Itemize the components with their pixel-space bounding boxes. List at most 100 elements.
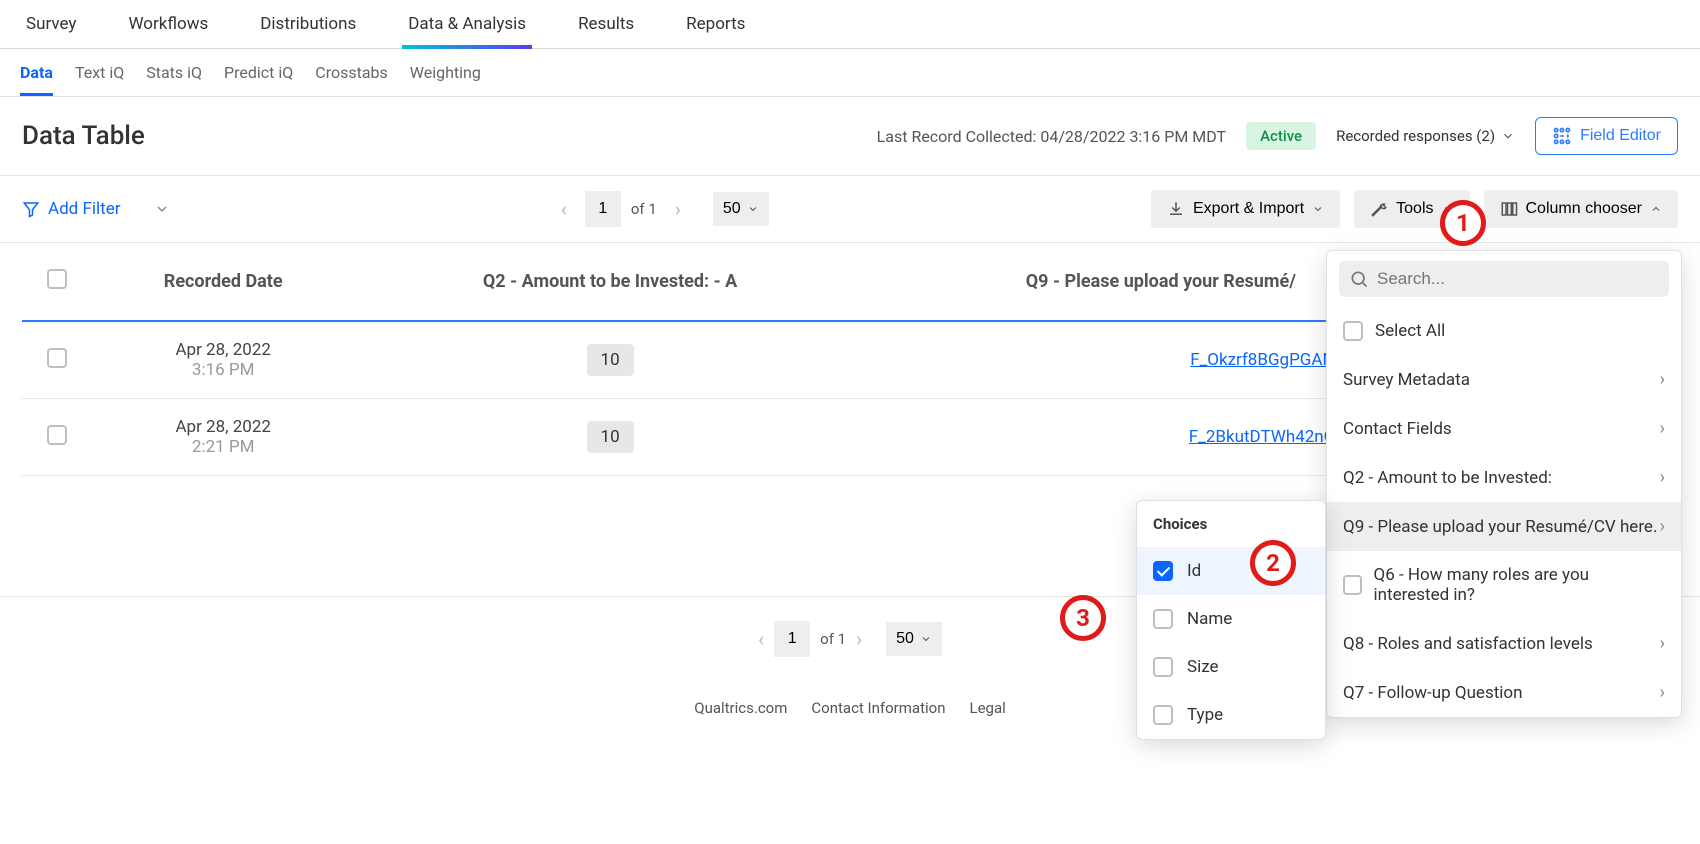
column-chooser-label: Column chooser bbox=[1526, 200, 1643, 218]
group-label: Q2 - Amount to be Invested: bbox=[1343, 468, 1552, 488]
group-q9[interactable]: Q9 - Please upload your Resumé/CV here. … bbox=[1327, 502, 1681, 551]
status-badge: Active bbox=[1246, 122, 1316, 150]
nav-data-analysis[interactable]: Data & Analysis bbox=[402, 0, 532, 48]
choice-label: Size bbox=[1187, 657, 1219, 677]
link-legal[interactable]: Legal bbox=[969, 699, 1005, 717]
subnav-statsiq[interactable]: Stats iQ bbox=[146, 63, 202, 82]
add-filter-button[interactable]: Add Filter bbox=[22, 199, 120, 219]
link-qualtrics[interactable]: Qualtrics.com bbox=[694, 699, 787, 717]
row-checkbox[interactable] bbox=[47, 348, 67, 368]
choice-label: Type bbox=[1187, 705, 1223, 725]
chevron-right-icon: › bbox=[1660, 467, 1665, 488]
chevron-down-icon bbox=[920, 633, 932, 645]
main-nav: Survey Workflows Distributions Data & An… bbox=[0, 0, 1700, 49]
column-search[interactable] bbox=[1339, 261, 1669, 297]
amount-value: 10 bbox=[587, 421, 634, 453]
field-editor-button[interactable]: Field Editor bbox=[1535, 117, 1678, 155]
group-label: Survey Metadata bbox=[1343, 370, 1470, 390]
download-icon bbox=[1167, 200, 1185, 218]
choices-title: Choices bbox=[1137, 501, 1325, 547]
chevron-right-icon: › bbox=[1660, 516, 1665, 537]
recorded-time: 2:21 PM bbox=[104, 437, 342, 457]
row-checkbox[interactable] bbox=[47, 425, 67, 445]
nav-reports[interactable]: Reports bbox=[680, 0, 751, 48]
page-prev-button[interactable]: ‹ bbox=[553, 193, 575, 225]
annotation-2: 2 bbox=[1250, 540, 1296, 586]
filter-icon bbox=[22, 200, 40, 218]
page-next-button[interactable]: › bbox=[856, 627, 862, 651]
chevron-down-icon bbox=[1501, 129, 1515, 143]
recorded-time: 3:16 PM bbox=[104, 360, 342, 380]
chevron-right-icon: › bbox=[1660, 418, 1665, 439]
choice-size[interactable]: Size bbox=[1137, 643, 1325, 691]
group-contact-fields[interactable]: Contact Fields › bbox=[1327, 404, 1681, 453]
chevron-right-icon: › bbox=[1660, 682, 1665, 703]
page-size-select[interactable]: 50 bbox=[713, 192, 769, 226]
group-label: Q9 - Please upload your Resumé/CV here. bbox=[1343, 517, 1657, 537]
choice-label: Id bbox=[1187, 561, 1201, 581]
link-contact[interactable]: Contact Information bbox=[811, 699, 945, 717]
nav-workflows[interactable]: Workflows bbox=[122, 0, 214, 48]
nav-results[interactable]: Results bbox=[572, 0, 640, 48]
chevron-down-icon bbox=[1312, 203, 1324, 215]
col-recorded-date[interactable]: Recorded Date bbox=[92, 243, 354, 321]
export-import-label: Export & Import bbox=[1193, 200, 1304, 218]
choice-id-checkbox[interactable] bbox=[1153, 561, 1173, 581]
subnav-data[interactable]: Data bbox=[20, 63, 53, 96]
group-q2[interactable]: Q2 - Amount to be Invested: › bbox=[1327, 453, 1681, 502]
group-label: Contact Fields bbox=[1343, 419, 1452, 439]
wrench-icon bbox=[1370, 200, 1388, 218]
recorded-responses-dropdown[interactable]: Recorded responses (2) bbox=[1336, 127, 1515, 145]
page-input[interactable] bbox=[774, 621, 810, 657]
chevron-down-icon[interactable] bbox=[154, 201, 170, 217]
subnav-predictiq[interactable]: Predict iQ bbox=[224, 63, 293, 82]
page-header: Data Table Last Record Collected: 04/28/… bbox=[0, 97, 1700, 176]
column-chooser-button[interactable]: Column chooser bbox=[1484, 190, 1679, 228]
chevron-down-icon bbox=[747, 203, 759, 215]
page-of-text: of 1 bbox=[631, 200, 657, 218]
choice-label: Name bbox=[1187, 609, 1232, 629]
group-label: Q8 - Roles and satisfaction levels bbox=[1343, 634, 1593, 654]
sub-nav: Data Text iQ Stats iQ Predict iQ Crossta… bbox=[0, 49, 1700, 97]
subnav-crosstabs[interactable]: Crosstabs bbox=[315, 63, 388, 82]
group-q8[interactable]: Q8 - Roles and satisfaction levels › bbox=[1327, 619, 1681, 668]
subnav-weighting[interactable]: Weighting bbox=[410, 63, 481, 82]
page-size-value: 50 bbox=[723, 200, 741, 218]
group-q7[interactable]: Q7 - Follow-up Question › bbox=[1327, 668, 1681, 717]
recorded-date: Apr 28, 2022 bbox=[104, 417, 342, 437]
choices-popover: Choices Id Name Size Type bbox=[1136, 500, 1326, 740]
page-of-text: of 1 bbox=[820, 630, 846, 648]
group-q6[interactable]: Q6 - How many roles are you interested i… bbox=[1327, 551, 1681, 619]
choice-type[interactable]: Type bbox=[1137, 691, 1325, 739]
choice-name-checkbox[interactable] bbox=[1153, 609, 1173, 629]
annotation-1: 1 bbox=[1440, 200, 1486, 246]
choice-size-checkbox[interactable] bbox=[1153, 657, 1173, 677]
choice-type-checkbox[interactable] bbox=[1153, 705, 1173, 725]
select-all-columns-checkbox[interactable] bbox=[1343, 321, 1363, 341]
recorded-date: Apr 28, 2022 bbox=[104, 340, 342, 360]
select-all-row[interactable]: Select All bbox=[1327, 307, 1681, 355]
select-all-checkbox[interactable] bbox=[47, 269, 67, 289]
page-input[interactable] bbox=[585, 191, 621, 227]
add-filter-label: Add Filter bbox=[48, 199, 120, 219]
field-editor-label: Field Editor bbox=[1580, 127, 1661, 145]
nav-survey[interactable]: Survey bbox=[20, 0, 82, 48]
column-search-input[interactable] bbox=[1377, 269, 1659, 289]
q6-checkbox[interactable] bbox=[1343, 575, 1362, 595]
page-prev-button[interactable]: ‹ bbox=[758, 627, 764, 651]
group-label: Q7 - Follow-up Question bbox=[1343, 683, 1523, 703]
recorded-responses-label: Recorded responses (2) bbox=[1336, 127, 1495, 145]
nav-distributions[interactable]: Distributions bbox=[254, 0, 362, 48]
group-survey-metadata[interactable]: Survey Metadata › bbox=[1327, 355, 1681, 404]
col-q2-amount[interactable]: Q2 - Amount to be Invested: - A bbox=[354, 243, 865, 321]
choice-id[interactable]: Id bbox=[1137, 547, 1325, 595]
page-next-button[interactable]: › bbox=[667, 193, 689, 225]
export-import-button[interactable]: Export & Import bbox=[1151, 190, 1340, 228]
choice-name[interactable]: Name bbox=[1137, 595, 1325, 643]
field-editor-icon bbox=[1552, 126, 1572, 146]
page-size-select[interactable]: 50 bbox=[886, 622, 942, 656]
group-label: Q6 - How many roles are you interested i… bbox=[1374, 565, 1665, 605]
select-all-label: Select All bbox=[1375, 321, 1445, 341]
chevron-right-icon: › bbox=[1660, 369, 1665, 390]
subnav-textiq[interactable]: Text iQ bbox=[75, 63, 124, 82]
